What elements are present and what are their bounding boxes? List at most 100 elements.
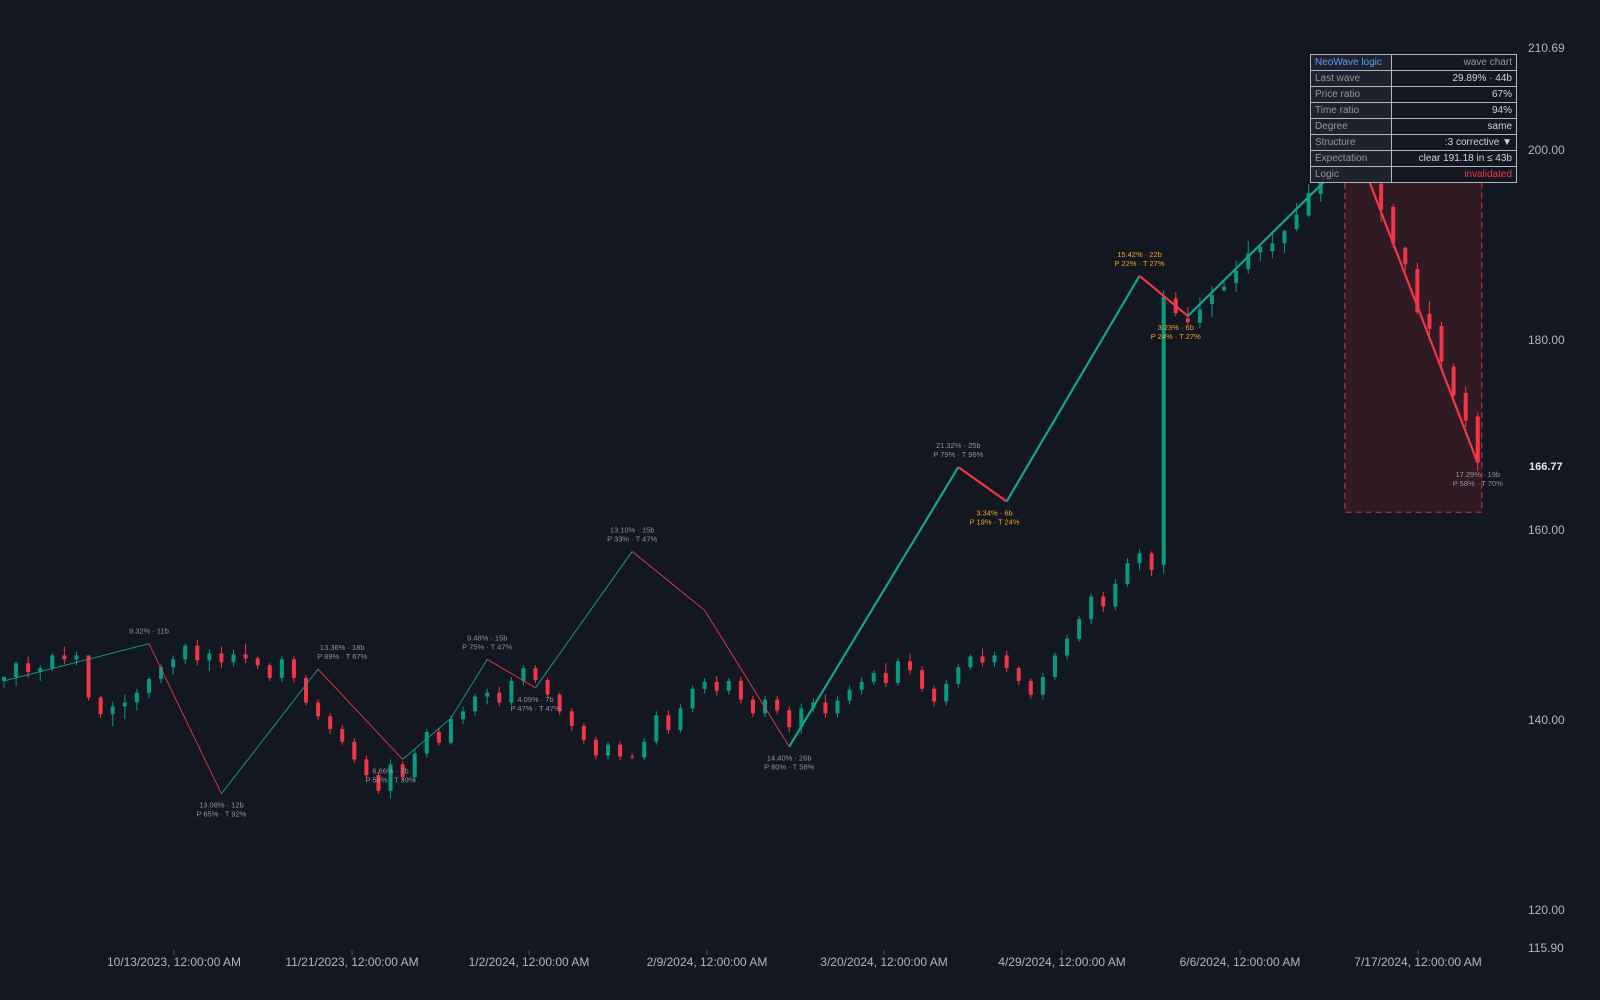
candle-body bbox=[871, 673, 876, 682]
wave-annotation-label: 17.29% · 19b bbox=[1455, 470, 1500, 479]
candle-body bbox=[702, 681, 707, 689]
invalidation-zone bbox=[1344, 148, 1483, 513]
candle-body bbox=[1222, 286, 1227, 291]
time-tick: 3/20/2024, 12:00:00 AM bbox=[820, 955, 947, 969]
candle-body bbox=[436, 731, 441, 743]
invalidation-zone-layer bbox=[1344, 148, 1483, 513]
candle-body bbox=[1065, 638, 1070, 656]
wave-annotation-label: 3.34% · 6b bbox=[976, 508, 1012, 517]
info-value: :3 corrective ▼ bbox=[1391, 134, 1517, 151]
price-tick: 140.00 bbox=[1528, 713, 1565, 727]
candle-body bbox=[461, 711, 466, 720]
candle-body bbox=[171, 659, 176, 668]
candle-body bbox=[14, 663, 19, 677]
candle-body bbox=[255, 658, 260, 666]
candle-body bbox=[1101, 596, 1106, 607]
time-tick: 2/9/2024, 12:00:00 AM bbox=[647, 955, 768, 969]
candle-body bbox=[1113, 583, 1118, 607]
candle-body bbox=[581, 726, 586, 740]
current-price-label: 166.77 bbox=[1529, 461, 1563, 473]
info-key: Structure bbox=[1310, 134, 1392, 151]
candle-body bbox=[1475, 416, 1480, 463]
candle-body bbox=[1282, 230, 1287, 244]
candle-body bbox=[1004, 655, 1009, 669]
candle-body bbox=[110, 706, 115, 715]
wave-annotation-label: 9.48% · 15b bbox=[467, 633, 507, 642]
candle-body bbox=[750, 699, 755, 714]
candle-body bbox=[134, 692, 139, 703]
wave-annotation-label: 4.09% · 7b bbox=[517, 695, 553, 704]
candle-body bbox=[545, 679, 550, 695]
candle-body bbox=[533, 668, 538, 680]
candle-body bbox=[219, 653, 224, 663]
candle-body bbox=[775, 699, 780, 711]
candle-body bbox=[1234, 270, 1239, 283]
wave-annotation-label: P 75% · T 47% bbox=[462, 642, 512, 651]
candle-body bbox=[1089, 596, 1094, 620]
info-value: 94% bbox=[1391, 102, 1517, 119]
candle-body bbox=[932, 688, 937, 702]
candle-body bbox=[86, 655, 91, 698]
candle-body bbox=[642, 741, 647, 758]
candle-body bbox=[763, 699, 768, 714]
candle-body bbox=[1077, 619, 1082, 639]
time-tick: 1/2/2024, 12:00:00 AM bbox=[469, 955, 590, 969]
candle-body bbox=[690, 688, 695, 709]
candle-body bbox=[243, 654, 248, 659]
candle-body bbox=[678, 708, 683, 730]
candle-body bbox=[291, 659, 296, 678]
candle-body bbox=[183, 645, 188, 660]
candle-body bbox=[593, 739, 598, 756]
info-value: 67% bbox=[1391, 86, 1517, 103]
candle-body bbox=[1439, 326, 1444, 362]
price-axis-bottom-label: 115.90 bbox=[1528, 941, 1564, 955]
candle-body bbox=[920, 670, 925, 689]
candle-body bbox=[823, 702, 828, 714]
candle-body bbox=[424, 731, 429, 754]
time-tick: 10/13/2023, 12:00:00 AM bbox=[107, 955, 241, 969]
candle-body bbox=[1403, 247, 1408, 265]
candle-body bbox=[74, 655, 79, 660]
info-key: Price ratio bbox=[1310, 86, 1392, 103]
candle-body bbox=[618, 744, 623, 757]
candle-body bbox=[968, 656, 973, 668]
wave-annotation-label: 6.66% · 7b bbox=[372, 766, 408, 775]
candle-body bbox=[364, 759, 369, 776]
candle-body bbox=[62, 655, 67, 660]
candle-body bbox=[1270, 243, 1275, 252]
wave-annotation-label: P 58% · T 70% bbox=[1453, 479, 1503, 488]
candle-body bbox=[714, 681, 719, 691]
candle-body bbox=[328, 716, 333, 729]
wave-annotation-label: 13.10% · 15b bbox=[610, 525, 655, 534]
price-tick: 200.00 bbox=[1528, 143, 1565, 157]
info-value: wave chart bbox=[1391, 54, 1517, 71]
candle-body bbox=[666, 715, 671, 730]
candle-body bbox=[279, 659, 284, 678]
candle-body bbox=[1210, 295, 1214, 305]
candle-body bbox=[1028, 680, 1033, 695]
price-axis-top-label: 210.69 bbox=[1528, 41, 1565, 55]
candle-body bbox=[956, 667, 961, 684]
candle-body bbox=[1294, 214, 1299, 230]
candle-body bbox=[316, 702, 321, 717]
candle-body bbox=[1185, 318, 1190, 323]
wave-annotation-label: 21.32% · 25b bbox=[936, 441, 981, 450]
candle-body bbox=[1258, 246, 1263, 253]
candle-body bbox=[231, 654, 236, 663]
candle-body bbox=[473, 696, 478, 712]
wave-annotation-label: P 19% · T 24% bbox=[970, 517, 1020, 526]
wave-annotation-label: P 56% · T 39% bbox=[366, 775, 416, 784]
wave-annotation-label: P 24% · T 27% bbox=[1151, 332, 1201, 341]
candle-body bbox=[1052, 655, 1057, 677]
candle-body bbox=[304, 677, 308, 703]
info-key: Expectation bbox=[1310, 150, 1392, 167]
info-key: NeoWave logic bbox=[1310, 54, 1392, 71]
wave-annotation-label: 3.23% · 6b bbox=[1158, 323, 1194, 332]
candle-body bbox=[497, 692, 502, 703]
candle-body bbox=[146, 678, 151, 693]
candle-body bbox=[122, 702, 127, 707]
candle-body bbox=[1016, 668, 1021, 681]
candle-body bbox=[859, 681, 864, 690]
wave-annotation-label: 9.32% · 11b bbox=[129, 627, 169, 636]
candle-body bbox=[847, 689, 852, 701]
